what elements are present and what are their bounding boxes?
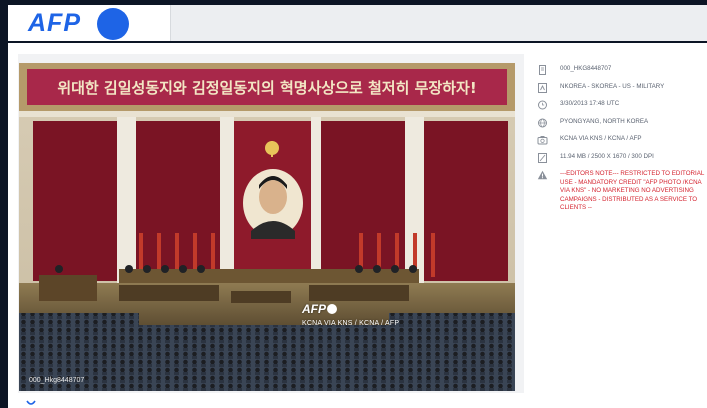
photo-id-overlay: 000_Hkg8448707 — [29, 377, 85, 384]
afp-logo[interactable]: AFP — [8, 5, 171, 41]
meta-editors-note-row: ---EDITORS NOTE--- RESTRICTED TO EDITORI… — [537, 170, 707, 213]
watermark-dot-icon — [327, 304, 337, 314]
meta-id: 000_Hkg8448707 — [560, 65, 612, 72]
news-photo[interactable]: 위대한 김일성동지와 김정일동지의 혁명사상으로 철저히 무장하자! AFP K… — [19, 63, 515, 391]
watermark-logo: AFP — [302, 302, 326, 316]
meta-editors-note: ---EDITORS NOTE--- RESTRICTED TO EDITORI… — [560, 170, 705, 211]
app-header: AFP — [8, 5, 707, 41]
resize-icon — [538, 152, 547, 163]
watermark-credit: KCNA VIA KNS / KCNA / AFP — [302, 320, 400, 327]
meta-size-row: 11.94 Mb / 2500 x 1670 / 300 dpi — [537, 152, 707, 163]
detail-panel: 위대한 김일성동지와 김정일동지의 혁명사상으로 철저히 무장하자! AFP K… — [8, 43, 707, 408]
logo-text: AFP — [28, 9, 81, 37]
meta-size: 11.94 Mb / 2500 x 1670 / 300 dpi — [560, 152, 654, 160]
clock-icon — [538, 100, 547, 110]
tag-icon — [538, 82, 547, 93]
meta-location: PYONGYANG, NORTH KOREA — [560, 117, 649, 125]
globe-icon — [538, 118, 547, 127]
meta-date-row: 3/30/2013 17:48 UTC — [537, 100, 707, 110]
image-icon — [539, 65, 546, 75]
metadata-panel: 000_Hkg8448707 NKOREA - SKOREA - US - MI… — [537, 65, 707, 222]
meta-credit: KCNA VIA KNS / KCNA / AFP — [560, 135, 642, 142]
photo-frame: 위대한 김일성동지와 김정일동지의 혁명사상으로 철저히 무장하자! AFP K… — [18, 54, 524, 393]
logo-dot-icon — [97, 8, 129, 40]
photo-banner-text: 위대한 김일성동지와 김정일동지의 혁명사상으로 철저히 무장하자! — [57, 79, 476, 97]
camera-icon — [537, 136, 548, 145]
meta-id-row: 000_Hkg8448707 — [537, 65, 707, 75]
meta-date: 3/30/2013 17:48 UTC — [560, 100, 620, 107]
meta-location-row: PYONGYANG, NORTH KOREA — [537, 118, 707, 127]
meta-keywords-row: NKOREA - SKOREA - US - MILITARY — [537, 82, 707, 93]
meta-keywords[interactable]: NKOREA - SKOREA - US - MILITARY — [560, 83, 664, 90]
warning-icon — [537, 170, 548, 180]
photo-watermark: AFP KCNA VIA KNS / KCNA / AFP — [302, 300, 399, 327]
meta-credit-row: KCNA VIA KNS / KCNA / AFP — [537, 135, 707, 145]
scroll-more-icon[interactable] — [26, 400, 36, 408]
